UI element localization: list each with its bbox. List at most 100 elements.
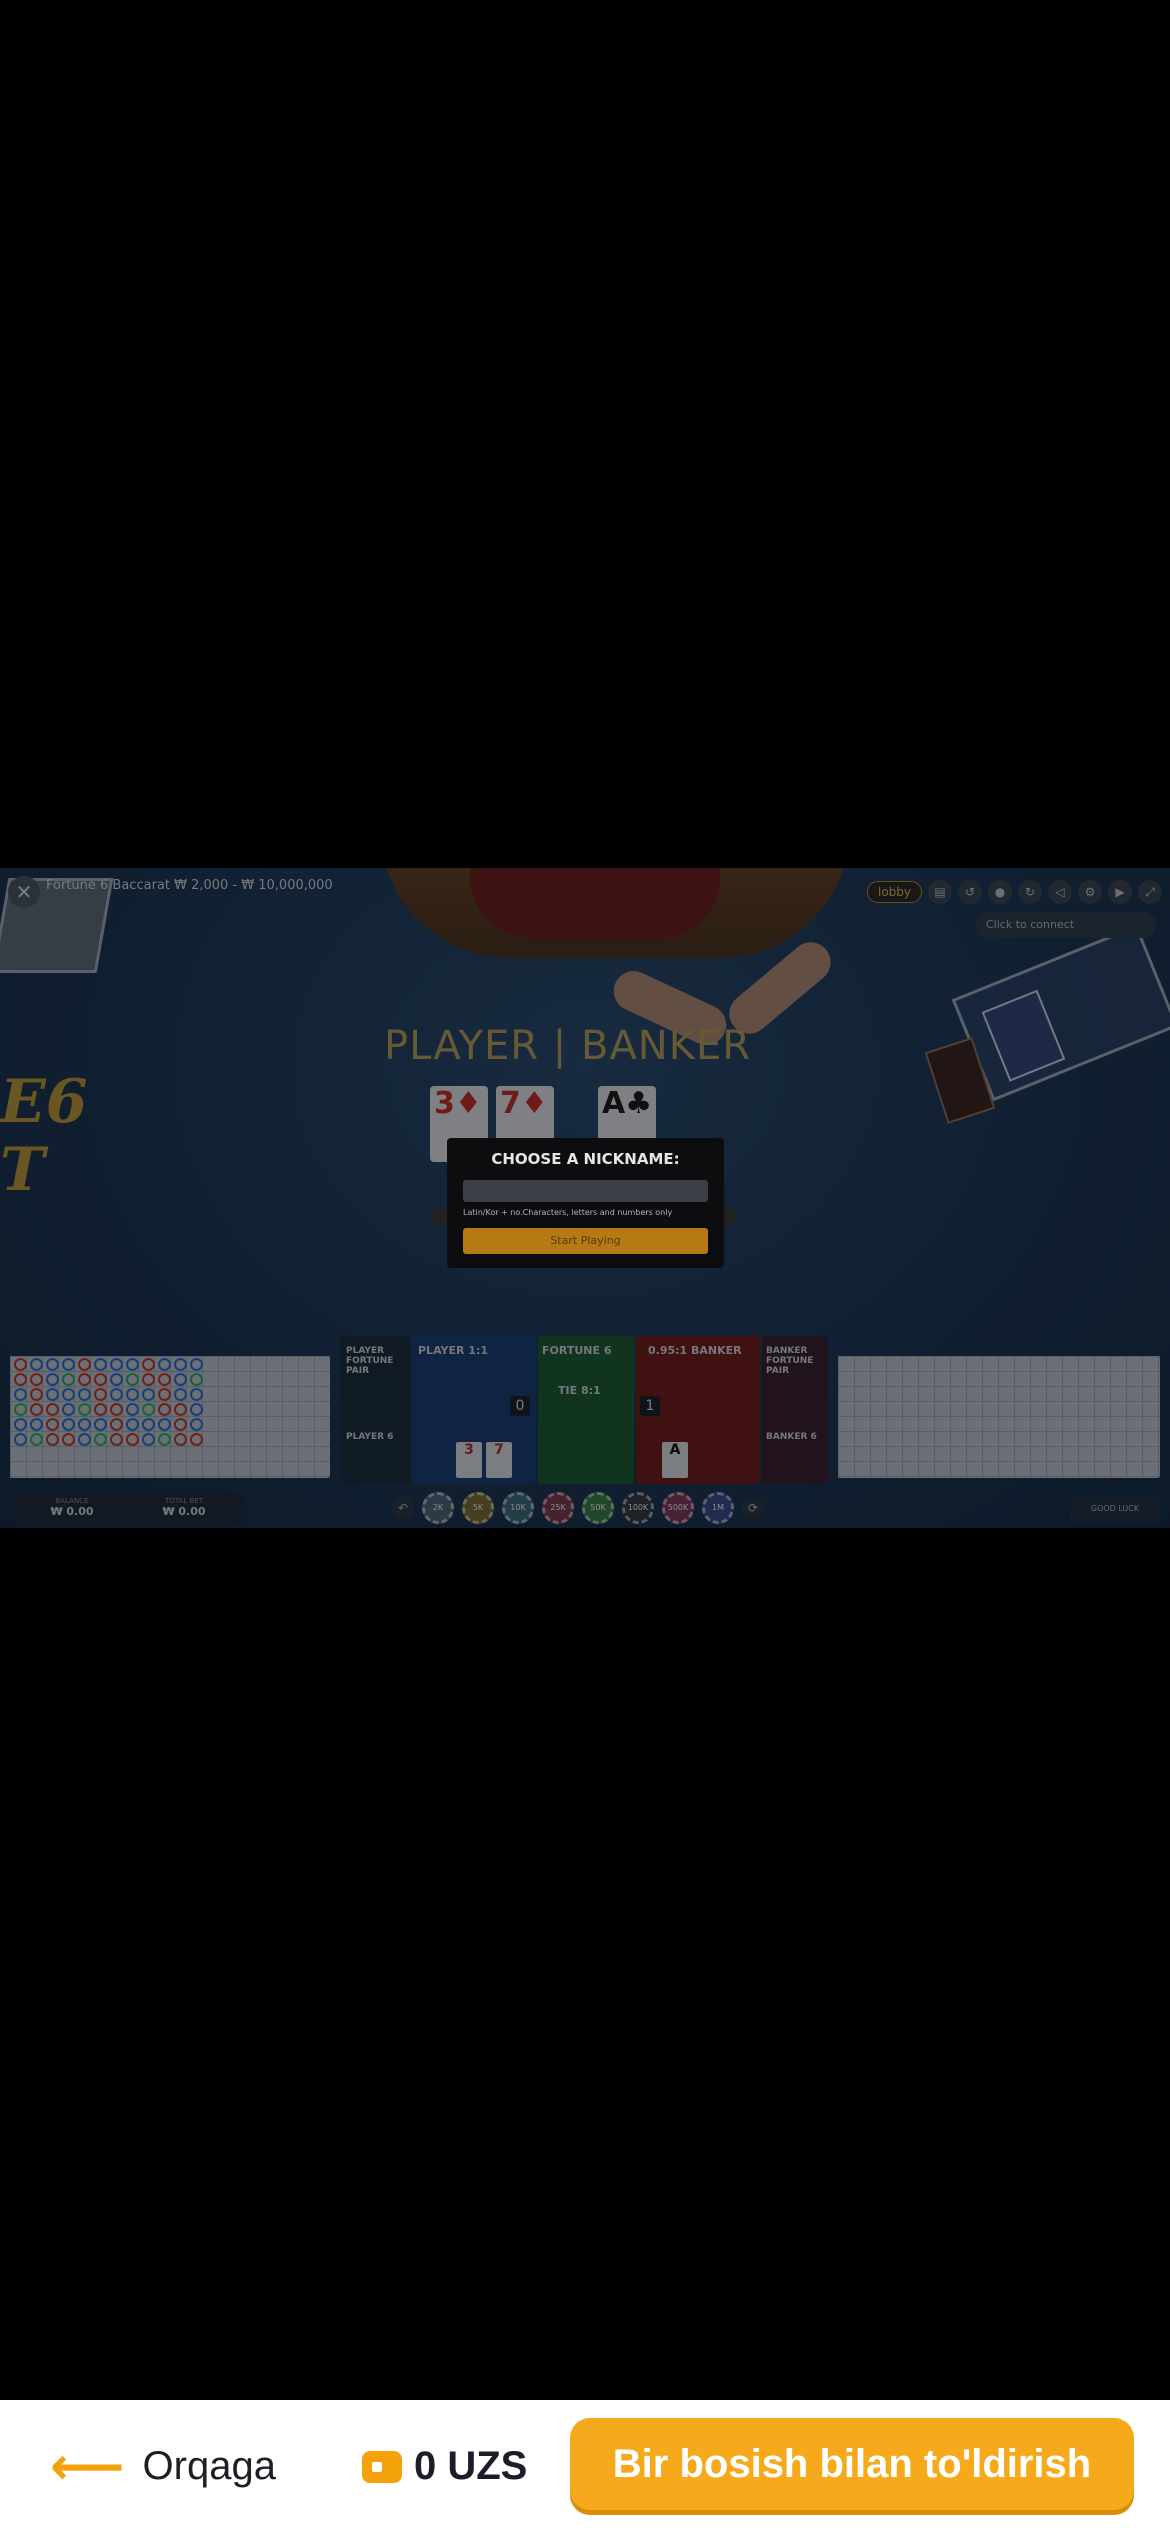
road-bead [62, 1403, 75, 1416]
undo-icon[interactable]: ↶ [392, 1497, 414, 1519]
lobby-button[interactable]: lobby [866, 881, 922, 903]
road-bead [62, 1388, 75, 1401]
player-card: 7 [486, 1442, 512, 1478]
road-bead [46, 1433, 59, 1446]
banker-score: 1 [640, 1396, 660, 1416]
balance-value: ₩ 0.00 [50, 1505, 94, 1518]
big-road[interactable] [838, 1356, 1160, 1478]
road-bead [78, 1418, 91, 1431]
road-bead [110, 1418, 123, 1431]
banker-card: A [662, 1442, 688, 1478]
player-bet[interactable]: PLAYER 1:1 0 3 7 [412, 1336, 536, 1484]
tie-bet[interactable]: FORTUNE 6 TIE 8:1 [538, 1336, 634, 1484]
chip[interactable]: 1M [702, 1492, 734, 1524]
banker-bet[interactable]: 0.95:1 BANKER 1 A [636, 1336, 760, 1484]
road-bead [30, 1403, 43, 1416]
chip[interactable]: 25K [542, 1492, 574, 1524]
road-bead [126, 1358, 139, 1371]
road-bead [158, 1373, 171, 1386]
road-bead [174, 1388, 187, 1401]
sound-icon[interactable]: ◁ [1048, 880, 1072, 904]
road-bead [110, 1358, 123, 1371]
bet-label: PLAYER FORTUNE PAIR [346, 1346, 394, 1376]
road-bead [62, 1358, 75, 1371]
bet-label: PLAYER 1:1 [418, 1344, 489, 1357]
refresh-icon[interactable]: ↻ [1018, 880, 1042, 904]
total-bet-value: ₩ 0.00 [162, 1505, 206, 1518]
road-bead [30, 1433, 43, 1446]
road-bead [158, 1418, 171, 1431]
chip[interactable]: 500K [662, 1492, 694, 1524]
settings-icon[interactable]: ⚙ [1078, 880, 1102, 904]
road-bead [78, 1388, 91, 1401]
road-bead [46, 1388, 59, 1401]
road-bead [126, 1388, 139, 1401]
road-bead [110, 1433, 123, 1446]
player-card: 3 [456, 1442, 482, 1478]
nickname-input[interactable] [463, 1180, 708, 1202]
road-bead [142, 1403, 155, 1416]
road-bead [46, 1358, 59, 1371]
modal-hint: Latin/Kor + no.Characters, letters and n… [463, 1208, 673, 1217]
road-bead [62, 1373, 75, 1386]
chat-input[interactable]: Click to connect [976, 912, 1156, 938]
road-bead [190, 1418, 203, 1431]
wallet-balance: 0 UZS [362, 2444, 527, 2489]
bead-road[interactable] [10, 1356, 330, 1478]
bet-label: TIE 8:1 [558, 1384, 601, 1397]
bet-label: BANKER FORTUNE PAIR [766, 1346, 814, 1376]
history-icon[interactable]: ↺ [958, 880, 982, 904]
player-pair-bet[interactable]: PLAYER FORTUNE PAIR PLAYER 6 [340, 1336, 410, 1484]
road-bead [110, 1388, 123, 1401]
road-bead [46, 1373, 59, 1386]
game-topbar: ✕ Fortune 6 Baccarat ₩ 2,000 - ₩ 10,000,… [0, 868, 1170, 938]
road-bead [174, 1358, 187, 1371]
balance-label: BALANCE [55, 1497, 89, 1505]
one-tap-topup-button[interactable]: Bir bosish bilan to'ldirish [570, 2418, 1134, 2510]
game-bottom-bar: BALANCE ₩ 0.00 TOTAL BET ₩ 0.00 ↶ 2K 5K … [0, 1490, 1170, 1528]
game-toolbar: lobby ▤ ↺ ● ↻ ◁ ⚙ ▶ ⤢ [866, 880, 1162, 904]
chip[interactable]: 2K [422, 1492, 454, 1524]
road-bead [78, 1358, 91, 1371]
video-icon[interactable]: ▶ [1108, 880, 1132, 904]
road-bead [14, 1358, 27, 1371]
road-bead [30, 1388, 43, 1401]
side-logo: E6 T [0, 1067, 88, 1205]
road-bead [110, 1373, 123, 1386]
chip[interactable]: 100K [622, 1492, 654, 1524]
start-playing-button[interactable]: Start Playing [463, 1228, 708, 1254]
road-bead [94, 1433, 107, 1446]
chat-icon[interactable]: ▤ [928, 880, 952, 904]
repeat-icon[interactable]: ⟳ [742, 1497, 764, 1519]
road-bead [174, 1418, 187, 1431]
road-bead [94, 1373, 107, 1386]
back-label: Orqaga [142, 2444, 276, 2488]
road-bead [190, 1433, 203, 1446]
bet-label: 0.95:1 BANKER [648, 1344, 742, 1357]
road-bead [14, 1388, 27, 1401]
chip[interactable]: 5K [462, 1492, 494, 1524]
bet-label: PLAYER 6 [346, 1432, 394, 1442]
chip[interactable]: 50K [582, 1492, 614, 1524]
road-bead [110, 1403, 123, 1416]
road-bead [14, 1418, 27, 1431]
road-bead [142, 1358, 155, 1371]
banker-pair-bet[interactable]: BANKER FORTUNE PAIR BANKER 6 [762, 1336, 828, 1484]
total-bet-label: TOTAL BET [165, 1497, 203, 1505]
road-bead [62, 1433, 75, 1446]
fullscreen-icon[interactable]: ⤢ [1138, 880, 1162, 904]
road-bead [14, 1403, 27, 1416]
good-luck-button[interactable]: GOOD LUCK [1070, 1496, 1160, 1522]
game-viewport[interactable]: E6 T ✕ Fortune 6 Baccarat ₩ 2,000 - ₩ 10,… [0, 868, 1170, 1528]
road-bead [14, 1433, 27, 1446]
road-bead [30, 1418, 43, 1431]
road-bead [142, 1388, 155, 1401]
modal-title: CHOOSE A NICKNAME: [491, 1150, 680, 1168]
chip[interactable]: 10K [502, 1492, 534, 1524]
road-bead [174, 1433, 187, 1446]
close-icon[interactable]: ✕ [8, 876, 40, 908]
lock-icon[interactable]: ● [988, 880, 1012, 904]
back-button[interactable]: ⟵ Orqaga [50, 2441, 276, 2493]
game-title: Fortune 6 Baccarat ₩ 2,000 - ₩ 10,000,00… [46, 878, 333, 893]
road-bead [78, 1433, 91, 1446]
